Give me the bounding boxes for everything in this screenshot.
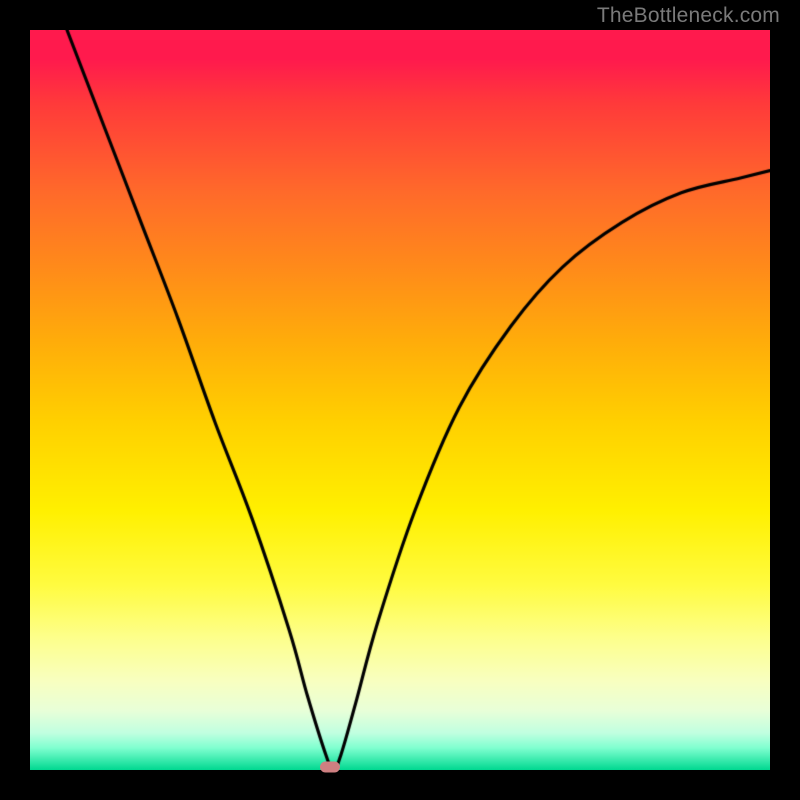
plot-area [30, 30, 770, 770]
watermark-text: TheBottleneck.com [597, 4, 780, 28]
bottleneck-curve [30, 30, 770, 770]
chart-frame: TheBottleneck.com [0, 0, 800, 800]
optimal-marker [320, 762, 340, 773]
